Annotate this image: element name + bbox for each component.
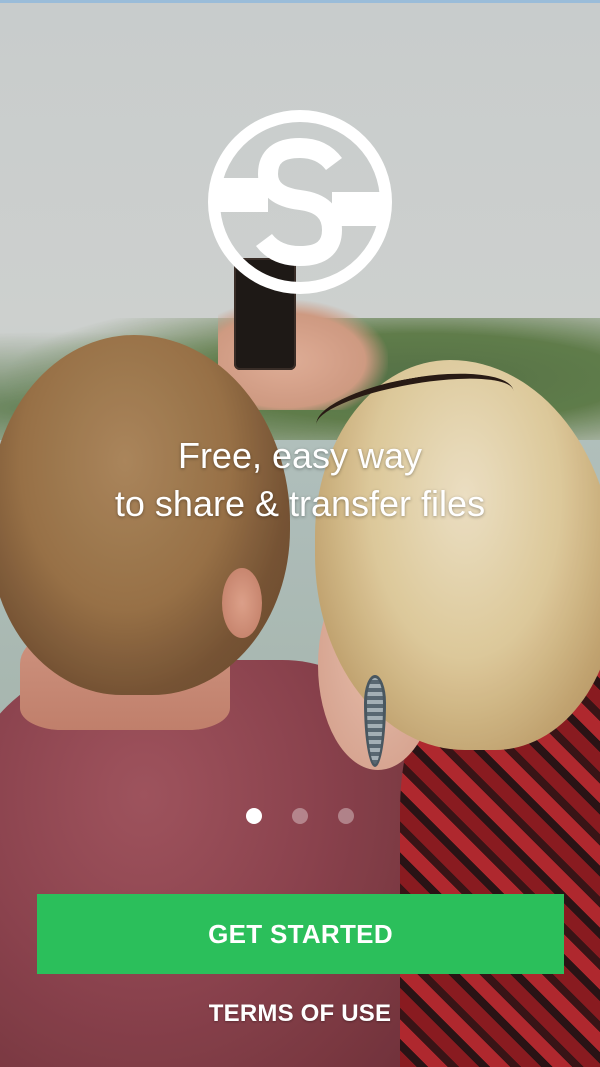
page-indicator bbox=[0, 808, 600, 828]
page-dot-2[interactable] bbox=[292, 808, 308, 824]
page-dot-1[interactable] bbox=[245, 808, 262, 824]
terms-of-use-link[interactable]: TERMS OF USE bbox=[0, 1000, 600, 1028]
page-dot-3[interactable] bbox=[338, 808, 355, 824]
get-started-button[interactable]: GET STARTED bbox=[37, 894, 564, 974]
headline-line-1: Free, easy way bbox=[177, 435, 423, 476]
onboarding-headline: Free, easy way to share & transfer files bbox=[0, 432, 600, 528]
s-circle-logo-icon bbox=[208, 110, 392, 294]
onboarding-screen: Free, easy way to share & transfer files… bbox=[0, 0, 600, 1067]
headline-line-2: to share & transfer files bbox=[114, 483, 486, 524]
